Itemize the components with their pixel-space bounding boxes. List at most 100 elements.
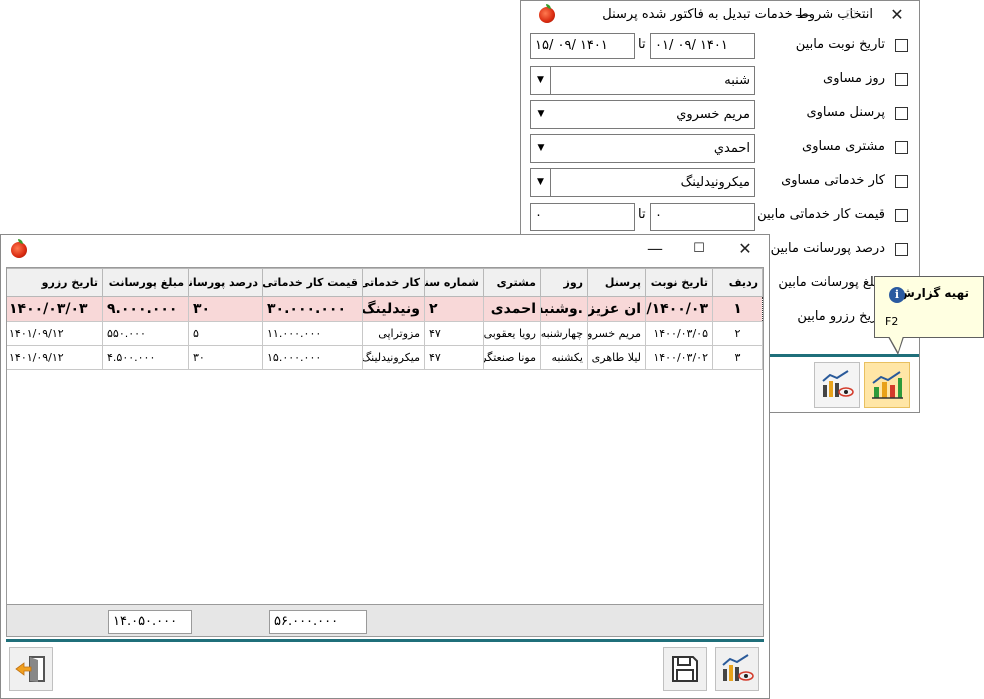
preview-report-button[interactable] xyxy=(814,362,860,408)
floppy-disk-icon xyxy=(672,656,698,682)
chart-preview-icon xyxy=(722,654,754,681)
checkbox-service[interactable] xyxy=(895,175,908,188)
cell-service-price: ۳۰.۰۰۰.۰۰۰ xyxy=(262,296,363,322)
chevron-down-icon[interactable]: ▼ xyxy=(531,67,551,94)
report-table: ردیف تاریخ نوبت پرسنل روز مشتری شماره سن… xyxy=(7,268,763,370)
totals-bar: ۵۶.۰۰۰.۰۰۰ ۱۴.۰۵۰.۰۰۰ xyxy=(6,604,764,637)
personnel-select-value: مریم خسروي xyxy=(676,107,750,122)
maximize-icon[interactable]: ☐ xyxy=(683,235,715,263)
tooltip-title: تهیه گزارش xyxy=(898,286,969,300)
service-select[interactable]: میکرونیدلینگ ▼ xyxy=(530,168,755,197)
cell-commission-percent: ۵ xyxy=(188,321,263,346)
col-header-commission-percent[interactable]: درصد پورسانت xyxy=(188,268,263,297)
col-header-commission-amount[interactable]: مبلغ پورسانت xyxy=(102,268,189,297)
appointment-date-from-input[interactable]: ۰۱/ ۰۹/ ۱۴۰۱ xyxy=(650,33,755,59)
label-customer: مشتری مساوی xyxy=(802,139,885,154)
exit-button[interactable] xyxy=(9,647,53,691)
cell-appointment-date: ۱۴۰۰/۰۳/۰۲ xyxy=(645,345,713,370)
checkbox-service-price[interactable] xyxy=(895,209,908,222)
preview-report-button[interactable] xyxy=(715,647,759,691)
prepare-report-button[interactable] xyxy=(864,362,910,408)
label-appointment-date: تاریخ نوبت مابین xyxy=(795,37,885,52)
cell-service-price: ۱۵.۰۰۰.۰۰۰ xyxy=(262,345,363,370)
chevron-down-icon[interactable]: ▼ xyxy=(531,135,551,162)
label-commission-amount: مبلغ پورسانت مابین xyxy=(778,275,885,290)
report-grid[interactable]: ردیف تاریخ نوبت پرسنل روز مشتری شماره سن… xyxy=(6,267,764,636)
table-row[interactable]: ۱ ۱۴۰۰/۰۳/ ان عزیزی .وشنبه احمدی ۲ ونیدل… xyxy=(7,296,763,322)
exit-door-icon xyxy=(15,656,45,682)
label-reserve-date: تاریخ رزرو مابین xyxy=(797,309,885,324)
col-header-customer[interactable]: مشتری xyxy=(483,268,541,297)
info-icon: i xyxy=(889,287,905,303)
close-icon[interactable]: ✕ xyxy=(881,1,913,29)
chevron-down-icon[interactable]: ▼ xyxy=(531,169,551,196)
cell-appointment-date: ۱۴۰۰/۰۳/۰۵ xyxy=(645,321,713,346)
cell-commission-percent: ۳۰ xyxy=(188,296,263,322)
label-commission-percent: درصد پورسانت مابین xyxy=(770,241,885,256)
label-personnel: پرسنل مساوی xyxy=(806,105,885,120)
col-header-service[interactable]: کار خدماتی xyxy=(362,268,425,297)
save-button[interactable] xyxy=(663,647,707,691)
label-service: کار خدماتی مساوی xyxy=(781,173,885,188)
cell-reserve-date: ۱۴۰۱/۰۹/۱۲ xyxy=(7,345,103,370)
table-header-row: ردیف تاریخ نوبت پرسنل روز مشتری شماره سن… xyxy=(7,268,763,297)
cell-document-number: ۴۷ xyxy=(424,345,484,370)
minimize-icon[interactable]: — xyxy=(787,1,819,29)
chevron-down-icon[interactable]: ▼ xyxy=(531,101,551,128)
cell-customer: احمدی xyxy=(483,296,541,322)
cell-customer: مونا صنعتگر xyxy=(483,345,541,370)
cell-document-number: ۲ xyxy=(424,296,484,322)
cell-service-price: ۱۱.۰۰۰.۰۰۰ xyxy=(262,321,363,346)
app-logo-icon xyxy=(539,4,555,23)
cell-personnel: مریم خسروی xyxy=(587,321,646,346)
col-header-row-number[interactable]: ردیف xyxy=(712,268,763,297)
minimize-icon[interactable]: — xyxy=(639,235,671,263)
col-header-personnel[interactable]: پرسنل xyxy=(587,268,646,297)
checkbox-appointment-date[interactable] xyxy=(895,39,908,52)
report-window: ✕ ☐ — ردیف تاریخ نوبت پرسنل روز مشتری شم… xyxy=(0,234,770,699)
col-header-day[interactable]: روز xyxy=(540,268,588,297)
total-commission-amount: ۱۴.۰۵۰.۰۰۰ xyxy=(108,610,192,634)
appointment-date-to-input[interactable]: ۱۵/ ۰۹/ ۱۴۰۱ xyxy=(530,33,635,59)
customer-select[interactable]: احمدي ▼ xyxy=(530,134,755,163)
service-price-to-input[interactable]: ۰ xyxy=(530,203,635,231)
cell-day: یکشنبه xyxy=(540,345,588,370)
table-row[interactable]: ۲ ۱۴۰۰/۰۳/۰۵ مریم خسروی چهارشنبه رویا یع… xyxy=(7,321,763,346)
cell-personnel: لیلا طاهری xyxy=(587,345,646,370)
cell-reserve-date: ۱۴۰۱/۰۹/۱۲ xyxy=(7,321,103,346)
to-word-date: تا xyxy=(638,37,646,52)
to-word-price: تا xyxy=(638,207,646,222)
cell-commission-amount: ۴.۵۰۰.۰۰۰ xyxy=(102,345,189,370)
service-price-from-input[interactable]: ۰ xyxy=(650,203,755,231)
filter-window-title: انتخاب شروط خدمات تبدیل به فاکتور شده پر… xyxy=(602,7,873,22)
cell-commission-amount: ۹.۰۰۰.۰۰۰ xyxy=(102,296,189,322)
close-icon[interactable]: ✕ xyxy=(729,235,761,263)
filter-window-titlebar: انتخاب شروط خدمات تبدیل به فاکتور شده پر… xyxy=(521,1,919,29)
personnel-select[interactable]: مریم خسروي ▼ xyxy=(530,100,755,129)
checkbox-commission-percent[interactable] xyxy=(895,243,908,256)
col-header-reserve-date[interactable]: تاریخ رزرو xyxy=(7,268,103,297)
label-service-price: قیمت کار خدماتی مابین xyxy=(757,207,885,222)
cell-commission-amount: ۵۵۰.۰۰۰ xyxy=(102,321,189,346)
cell-commission-percent: ۳۰ xyxy=(188,345,263,370)
col-header-document-number[interactable]: شماره سند xyxy=(424,268,484,297)
day-select[interactable]: شنبه ▼ xyxy=(530,66,755,95)
checkbox-day[interactable] xyxy=(895,73,908,86)
cell-service: مزوتراپی xyxy=(362,321,425,346)
checkbox-customer[interactable] xyxy=(895,141,908,154)
app-logo-icon xyxy=(11,239,27,258)
tooltip-shortcut: F2 xyxy=(885,315,899,328)
cell-row-number: ۳ xyxy=(712,345,763,370)
divider-line xyxy=(6,639,764,642)
cell-row-number: ۱ xyxy=(712,296,763,322)
cell-document-number: ۴۷ xyxy=(424,321,484,346)
checkbox-personnel[interactable] xyxy=(895,107,908,120)
col-header-appointment-date[interactable]: تاریخ نوبت xyxy=(645,268,713,297)
day-select-value: شنبه xyxy=(724,73,750,88)
chart-report-icon xyxy=(872,371,903,399)
table-row[interactable]: ۳ ۱۴۰۰/۰۳/۰۲ لیلا طاهری یکشنبه مونا صنعت… xyxy=(7,345,763,370)
cell-appointment-date: ۱۴۰۰/۰۳/ xyxy=(645,296,713,322)
col-header-service-price[interactable]: قیمت کار خدماتی xyxy=(262,268,363,297)
cell-day: .وشنبه xyxy=(540,296,588,322)
chart-preview-icon xyxy=(822,370,854,397)
